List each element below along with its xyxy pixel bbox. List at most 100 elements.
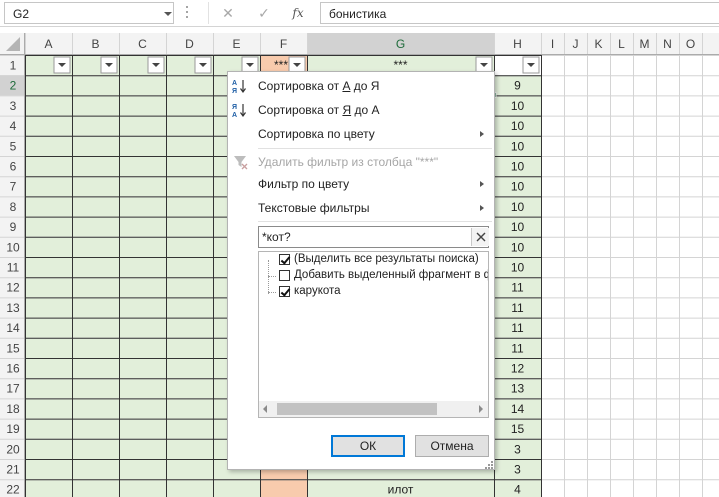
cell-H16[interactable]: 12	[511, 362, 525, 376]
column-header-O[interactable]: O	[686, 37, 695, 51]
text-filters-item[interactable]: Текстовые фильтры	[228, 196, 494, 220]
cell-H11[interactable]: 10	[511, 261, 525, 275]
cell-fill[interactable]	[260, 479, 307, 497]
cell-fill[interactable]	[72, 378, 119, 399]
cell-fill[interactable]	[72, 156, 119, 177]
cancel-edit-icon[interactable]: ✕	[217, 5, 239, 21]
row-header-15[interactable]: 15	[6, 341, 20, 355]
row-header-22[interactable]: 22	[6, 483, 20, 497]
cell-fill[interactable]	[213, 479, 260, 497]
cell-fill[interactable]	[72, 75, 119, 96]
cell-fill[interactable]	[25, 398, 72, 419]
cell-fill[interactable]	[166, 236, 213, 257]
sort-ascending-item[interactable]: A Я Сортировка от А до Я	[228, 74, 494, 98]
ok-button[interactable]: ОК	[331, 435, 405, 457]
cell-fill[interactable]	[166, 358, 213, 379]
cell-fill[interactable]	[25, 438, 72, 459]
scrollbar-thumb[interactable]	[277, 403, 437, 415]
cell-H6[interactable]: 10	[511, 160, 525, 174]
row-header-14[interactable]: 14	[6, 321, 20, 335]
cell-fill[interactable]	[166, 257, 213, 278]
column-header-C[interactable]: C	[138, 37, 147, 51]
row-header-18[interactable]: 18	[6, 402, 20, 416]
cell-H17[interactable]: 13	[511, 382, 525, 396]
row-header-19[interactable]: 19	[6, 422, 20, 436]
cell-fill[interactable]	[119, 176, 166, 197]
row-header-5[interactable]: 5	[10, 139, 17, 153]
cell-fill[interactable]	[25, 418, 72, 439]
cell-H20[interactable]: 3	[514, 442, 521, 456]
cell-fill[interactable]	[25, 115, 72, 136]
row-header-12[interactable]: 12	[6, 281, 20, 295]
cell-H7[interactable]: 10	[511, 180, 525, 194]
cell-fill[interactable]	[166, 135, 213, 156]
select-all-checkbox[interactable]	[279, 254, 290, 265]
cell-fill[interactable]	[72, 115, 119, 136]
cell-fill[interactable]	[72, 196, 119, 217]
cell-fill[interactable]	[25, 358, 72, 379]
cell-fill[interactable]	[119, 358, 166, 379]
column-header-N[interactable]: N	[663, 37, 672, 51]
cell-H13[interactable]: 11	[511, 301, 524, 315]
row-header-21[interactable]: 21	[6, 463, 20, 477]
cell-fill[interactable]	[25, 95, 72, 116]
column-header-L[interactable]: L	[618, 37, 625, 51]
cell-fill[interactable]	[166, 196, 213, 217]
row-header-8[interactable]: 8	[10, 200, 17, 214]
cell-fill[interactable]	[166, 277, 213, 298]
cell-fill[interactable]	[25, 378, 72, 399]
clear-search-icon[interactable]	[471, 228, 489, 246]
cell-fill[interactable]	[25, 176, 72, 197]
cell-fill[interactable]	[25, 297, 72, 318]
column-header-M[interactable]: M	[640, 37, 650, 51]
cell-fill[interactable]	[166, 398, 213, 419]
cell-fill[interactable]	[72, 176, 119, 197]
cell-fill[interactable]	[119, 317, 166, 338]
column-header-D[interactable]: D	[185, 37, 194, 51]
cell-fill[interactable]	[166, 479, 213, 497]
cell-fill[interactable]	[72, 337, 119, 358]
cell-fill[interactable]	[119, 236, 166, 257]
cell-fill[interactable]	[72, 479, 119, 497]
cell-fill[interactable]	[166, 317, 213, 338]
row-header-7[interactable]: 7	[10, 180, 17, 194]
row-header-6[interactable]: 6	[10, 160, 17, 174]
formula-input[interactable]: бонистика	[320, 2, 719, 24]
cell-fill[interactable]	[72, 418, 119, 439]
cell-H21[interactable]: 3	[514, 463, 521, 477]
cell-fill[interactable]	[166, 438, 213, 459]
insert-function-icon[interactable]: fx	[287, 5, 309, 21]
cell-fill[interactable]	[119, 418, 166, 439]
cell-fill[interactable]	[25, 135, 72, 156]
cell-fill[interactable]	[25, 337, 72, 358]
cell-H2[interactable]: 9	[514, 79, 521, 93]
confirm-edit-icon[interactable]: ✓	[253, 5, 275, 21]
cell-fill[interactable]	[72, 135, 119, 156]
cell-H8[interactable]: 10	[511, 200, 525, 214]
cell-fill[interactable]	[166, 378, 213, 399]
cell-fill[interactable]	[25, 196, 72, 217]
cell-fill[interactable]	[119, 196, 166, 217]
cell-fill[interactable]	[119, 378, 166, 399]
cell-fill[interactable]	[72, 438, 119, 459]
cell-fill[interactable]	[72, 297, 119, 318]
row-header-17[interactable]: 17	[6, 382, 20, 396]
cell-H22[interactable]: 4	[514, 483, 521, 497]
cell-fill[interactable]	[25, 459, 72, 480]
cell-fill[interactable]	[119, 115, 166, 136]
value-checkbox[interactable]	[279, 286, 290, 297]
cell-fill[interactable]	[72, 95, 119, 116]
row-header-16[interactable]: 16	[6, 362, 20, 376]
cell-fill[interactable]	[166, 216, 213, 237]
cell-H3[interactable]: 10	[511, 99, 525, 113]
cell-fill[interactable]	[119, 257, 166, 278]
cell-fill[interactable]	[119, 297, 166, 318]
cell-fill[interactable]	[72, 216, 119, 237]
row-header-10[interactable]: 10	[6, 240, 20, 254]
cell-fill[interactable]	[119, 277, 166, 298]
sort-by-color-item[interactable]: Сортировка по цвету	[228, 122, 494, 146]
column-header-A[interactable]: A	[44, 37, 52, 51]
cell-H5[interactable]: 10	[511, 139, 525, 153]
scroll-left-icon[interactable]	[263, 405, 267, 413]
cell-fill[interactable]	[166, 337, 213, 358]
